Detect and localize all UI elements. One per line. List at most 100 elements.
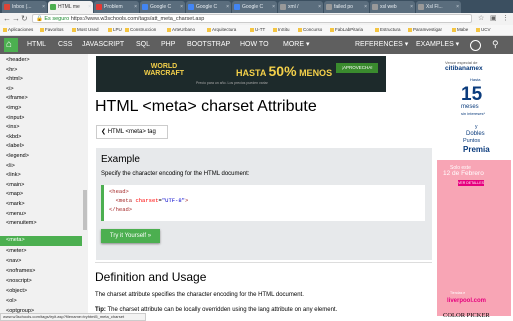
sidebar-item[interactable]: <ol> [0,297,82,307]
bookmark-item[interactable]: LPU [108,25,122,35]
sidebar-item[interactable]: <kbd> [0,133,82,143]
reload-icon[interactable]: ↻ [21,14,28,24]
ad-cta-button[interactable]: ¡APROVECHA! [336,63,378,73]
bookmark-item[interactable]: Favoritos [40,25,64,35]
sidebar-item[interactable]: <nav> [0,257,82,267]
sidebar-item[interactable]: <meter> [0,247,82,257]
sidebar-item[interactable]: <mark> [0,200,82,210]
nav-examples[interactable]: EXAMPLES ▾ [416,36,459,54]
bookmark-item[interactable]: Most Used [72,25,99,35]
nav-html[interactable]: HTML [27,36,46,54]
code-line-1: <head> [109,188,129,195]
sidebar-scroll-thumb[interactable] [83,190,87,230]
bookmark-item[interactable]: Concurso [298,25,322,35]
nav-more[interactable]: MORE ▾ [283,36,309,54]
nav-how-to[interactable]: HOW TO [240,36,269,54]
nav-css[interactable]: CSS [58,36,72,54]
close-tab-icon[interactable]: × [88,1,91,13]
browser-tab[interactable]: xsl web × [370,1,415,13]
sidebar-item[interactable]: <object> [0,287,82,297]
sidebar-item[interactable]: <noframes> [0,267,82,277]
color-picker-link[interactable]: COLOR PICKER [443,312,490,319]
bookmark-item[interactable]: Mabe [452,25,468,35]
close-tab-icon[interactable]: × [410,1,413,13]
close-tab-icon[interactable]: × [272,1,275,13]
close-tab-icon[interactable]: × [318,1,321,13]
sidebar-item[interactable]: <map> [0,190,82,200]
close-tab-icon[interactable]: × [180,1,183,13]
warcraft-ad-banner[interactable]: WORLD WARCRAFT HASTA 50% MENOS ¡APROVECH… [96,56,386,92]
tab-favicon-icon [96,4,102,10]
back-arrow-icon[interactable]: ← [3,14,11,24]
sidebar-item-active[interactable]: <meta> [0,236,82,246]
forward-arrow-icon[interactable]: → [12,14,20,24]
sidebar-item[interactable]: <img> [0,104,82,114]
close-tab-icon[interactable]: × [456,1,459,13]
sidebar-item[interactable]: <html> [0,75,82,85]
close-tab-icon[interactable]: × [42,1,45,13]
extension-icon[interactable]: ▣ [490,14,497,24]
bookmark-item[interactable]: U-TT [250,25,265,35]
sidebar-item[interactable]: <menuitem> [0,219,82,229]
bookmark-item[interactable]: Arquitectura [207,25,236,35]
bookmark-item[interactable]: InSitu [273,25,290,35]
nav-php[interactable]: PHP [161,36,175,54]
folder-icon [330,27,334,32]
close-tab-icon[interactable]: × [226,1,229,13]
menu-dots-icon[interactable]: ⋮ [502,14,509,24]
sidebar-item[interactable]: <i> [0,85,82,95]
ad-details-button[interactable]: VER DETALLES [458,180,484,186]
close-tab-icon[interactable]: × [364,1,367,13]
liverpool-logo: liverpool.com [447,298,487,304]
nav-bootstrap[interactable]: BOOTSTRAP [187,36,230,54]
sidebar-item[interactable]: <label> [0,142,82,152]
sidebar-item[interactable]: <header> [0,56,82,66]
globe-icon[interactable] [470,40,481,51]
sidebar-item[interactable]: <li> [0,162,82,172]
sidebar-item[interactable]: <link> [0,171,82,181]
ad-promo-text: HASTA 50% MENOS [236,63,333,79]
bookmark-item[interactable]: Aplicaciones [3,25,33,35]
prev-tag-button[interactable]: ❮ HTML <meta> tag [96,125,168,139]
browser-tab[interactable]: Google C × [232,1,277,13]
sidebar-scrollbar[interactable] [82,54,88,321]
browser-tab[interactable]: Google C × [186,1,231,13]
search-icon[interactable]: ⚲ [492,39,499,50]
browser-tab[interactable]: Inbox (... × [2,1,47,13]
folder-icon [250,27,254,32]
close-tab-icon[interactable]: × [134,1,137,13]
ad-fecha: 12 de Febrero [443,170,484,177]
sidebar-item[interactable]: <noscript> [0,277,82,287]
home-button[interactable]: ⌂ [4,38,18,52]
browser-tab[interactable]: Google C × [140,1,185,13]
bookmark-item[interactable]: Estructura [375,25,401,35]
sidebar-item[interactable]: <ins> [0,123,82,133]
bookmark-item[interactable]: FabLabPitaria [330,25,363,35]
apps-icon [3,27,7,32]
browser-tab[interactable]: Problem × [94,1,139,13]
nav-javascript[interactable]: JAVASCRIPT [82,36,124,54]
sidebar-item[interactable]: <legend> [0,152,82,162]
page-title: HTML <meta> charset Attribute [95,98,317,115]
browser-tab[interactable]: Xsl Fl... × [416,1,461,13]
bookmark-item[interactable]: ArteUrbano [167,25,195,35]
url-input[interactable]: 🔒 Es seguro https://www.w3schools.com/ta… [32,14,472,23]
code-block: <head> <meta charset="UTF-8"> </head> [101,185,425,221]
try-it-button[interactable]: Try it Yourself » [101,229,160,243]
bookmark-item[interactable]: ParaInvestigar [408,25,442,35]
folder-icon [108,27,112,32]
sidebar-item[interactable]: <hr> [0,66,82,76]
browser-tab[interactable]: xml / × [278,1,323,13]
nav-references[interactable]: REFERENCES ▾ [355,36,408,54]
bookmark-item[interactable]: UCV [476,25,491,35]
bookmark-item[interactable]: Construccion [125,25,156,35]
browser-tab[interactable]: failed po × [324,1,369,13]
sidebar-item[interactable]: <menu> [0,210,82,220]
sidebar-item[interactable]: <main> [0,181,82,191]
sidebar-item[interactable]: <iframe> [0,94,82,104]
sidebar-item[interactable]: <input> [0,114,82,124]
ad-premia: Premia [463,145,490,154]
nav-sql[interactable]: SQL [136,36,150,54]
browser-tab-active[interactable]: HTML me × [48,1,93,13]
star-icon[interactable]: ☆ [478,14,484,24]
